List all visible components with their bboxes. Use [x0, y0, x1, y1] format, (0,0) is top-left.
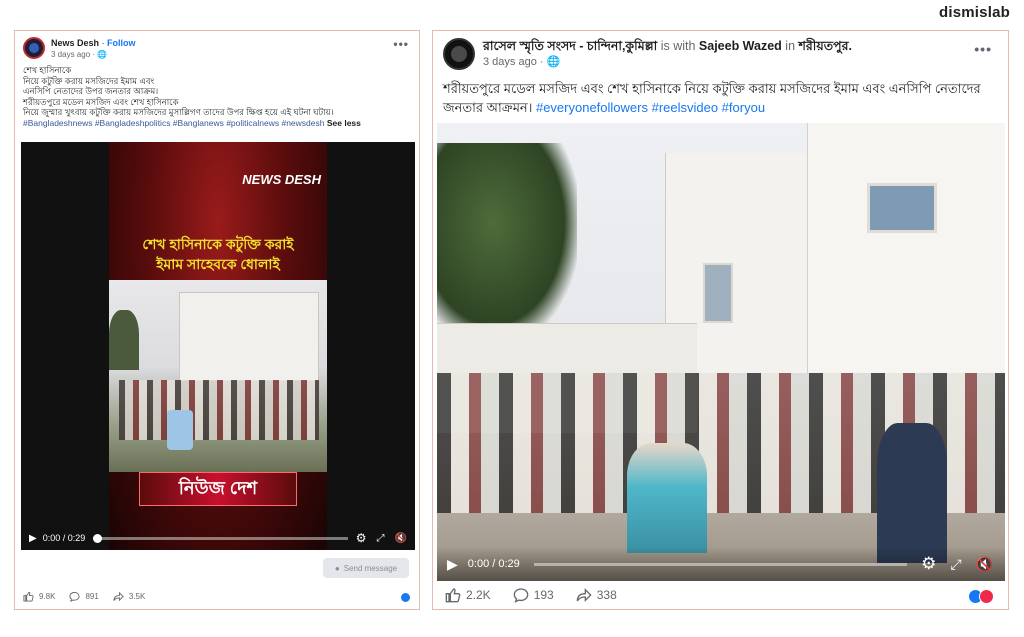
mute-icon[interactable]: 🔇 — [395, 533, 407, 544]
comment-stat[interactable]: 193 — [513, 587, 554, 603]
post-stats: 9.8K 891 3.5K — [23, 591, 159, 602]
page-name[interactable]: রাসেল স্মৃতি সংসদ - চান্দিনা,কুমিল্লা — [483, 39, 657, 53]
tagged-user[interactable]: Sajeeb Wazed — [699, 39, 782, 53]
like-reaction-icon — [400, 592, 411, 603]
video-controls: ▶ 0:00 / 0:29 ⚙ ⤢ 🔇 — [437, 547, 1005, 581]
post-text: শরীয়তপুরে মডেল মসজিদ এবং শেখ হাসিনাকে ন… — [443, 79, 999, 117]
more-options-icon[interactable]: ••• — [393, 37, 409, 51]
location-link[interactable]: শরীয়তপুর. — [799, 39, 852, 53]
video-controls: ▶ 0:00 / 0:29 ⚙ ⤢ 🔇 — [21, 526, 415, 550]
video-frame: NEWS DESH শেখ হাসিনাকে কটুক্তি করাই ইমাম… — [109, 142, 327, 550]
news-desh-logo: NEWS DESH — [242, 172, 321, 187]
hashtags[interactable]: #everyonefollowers #reelsvideo #foryou — [536, 100, 765, 115]
video-player[interactable]: NEWS DESH শেখ হাসিনাকে কটুক্তি করাই ইমাম… — [21, 142, 415, 550]
love-reaction-icon — [979, 589, 994, 604]
play-icon[interactable]: ▶ — [29, 533, 37, 544]
fullscreen-icon[interactable]: ⤢ — [377, 533, 385, 544]
avatar[interactable] — [23, 37, 45, 59]
progress-bar[interactable] — [533, 562, 908, 566]
video-scene — [109, 280, 327, 472]
video-player[interactable]: ▶ 0:00 / 0:29 ⚙ ⤢ 🔇 — [437, 123, 1005, 581]
fullscreen-icon[interactable]: ⤢ — [950, 556, 961, 573]
share-icon — [576, 588, 592, 602]
send-message-button[interactable]: ● Send message — [323, 558, 409, 578]
messenger-icon: ● — [334, 563, 340, 573]
like-stat[interactable]: 2.2K — [445, 587, 491, 603]
video-bottom-label: নিউজ দেশ — [139, 472, 297, 506]
right-facebook-post: রাসেল স্মৃতি সংসদ - চান্দিনা,কুমিল্লা is… — [432, 30, 1009, 610]
settings-icon[interactable]: ⚙ — [356, 531, 367, 545]
reaction-icons — [968, 589, 994, 604]
dismislab-logo: dismislab — [939, 4, 1010, 21]
settings-icon[interactable]: ⚙ — [921, 554, 936, 574]
with-text: is with — [657, 39, 699, 53]
post-stats: 2.2K 193 338 — [445, 587, 631, 603]
like-icon — [445, 588, 461, 603]
share-stat[interactable]: 3.5K — [113, 591, 145, 602]
mute-icon[interactable]: 🔇 — [976, 556, 993, 573]
video-frame — [437, 123, 1005, 581]
post-line: শরীয়তপুরে মডেল মসজিদ এবং শেখ হাসিনাকে — [23, 96, 179, 107]
in-text: in — [781, 39, 799, 53]
left-facebook-post: News Desh · Follow 3 days ago · 🌐 ••• শে… — [14, 30, 420, 610]
video-headline: শেখ হাসিনাকে কটুক্তি করাই ইমাম সাহেবকে ধ… — [109, 234, 327, 274]
globe-icon: 🌐 — [97, 50, 108, 59]
post-time[interactable]: 3 days ago · — [51, 50, 97, 59]
post-line: এনসিপি নেতাদের উপর জনতার আক্রম। — [23, 86, 159, 96]
globe-icon: 🌐 — [546, 56, 561, 68]
post-line: নিয়ে কটুক্তি করায় মসজিদের ইমাম এবং — [23, 75, 155, 86]
comment-stat[interactable]: 891 — [69, 591, 99, 602]
progress-bar[interactable] — [93, 533, 348, 543]
post-text: শেখ হাসিনাকে নিয়ে কটুক্তি করায় মসজিদের… — [23, 65, 415, 128]
like-stat[interactable]: 9.8K — [23, 591, 55, 602]
video-time: 0:00 / 0:29 — [42, 533, 86, 543]
avatar[interactable] — [443, 38, 475, 70]
share-icon — [113, 591, 124, 602]
progress-knob[interactable] — [93, 533, 103, 543]
video-time: 0:00 / 0:29 — [467, 558, 520, 570]
share-stat[interactable]: 338 — [576, 587, 617, 603]
headline-line-2: ইমাম সাহেবকে ধোলাই — [156, 256, 280, 272]
post-header: News Desh · Follow 3 days ago · 🌐 — [23, 37, 136, 61]
post-header: রাসেল স্মৃতি সংসদ - চান্দিনা,কুমিল্লা is… — [443, 38, 852, 70]
comment-icon — [513, 588, 529, 603]
see-less-link[interactable]: See less — [327, 118, 361, 128]
comment-icon — [69, 591, 81, 602]
post-line: শেখ হাসিনাকে — [23, 65, 72, 75]
page-name[interactable]: News Desh — [51, 38, 99, 48]
hashtags[interactable]: #Bangladeshnews #Bangladeshpolitics #Ban… — [23, 118, 324, 128]
post-time[interactable]: 3 days ago · — [483, 56, 547, 68]
play-icon[interactable]: ▶ — [447, 556, 458, 573]
more-options-icon[interactable]: ••• — [974, 41, 992, 57]
post-line: নিয়ে জুম্মার খুৎবায় কটুক্তি করায় মসজি… — [23, 107, 334, 117]
follow-button[interactable]: Follow — [107, 38, 136, 48]
headline-line-1: শেখ হাসিনাকে কটুক্তি করাই — [142, 236, 294, 252]
like-icon — [23, 591, 34, 602]
